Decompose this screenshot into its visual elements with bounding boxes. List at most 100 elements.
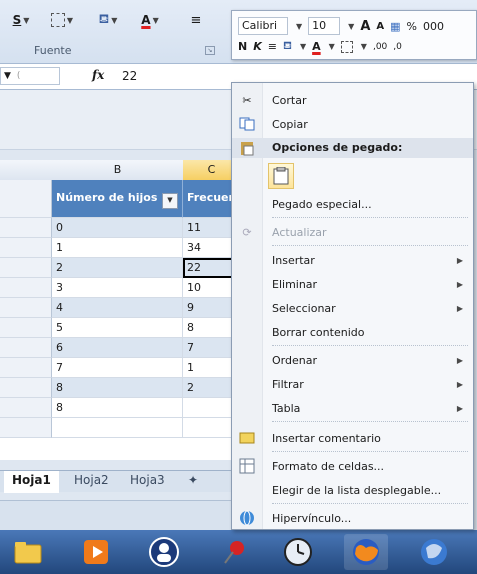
menu-separator <box>272 345 468 346</box>
clipboard-icon <box>273 167 289 185</box>
menu-item-copy[interactable]: Copiar <box>232 113 473 135</box>
fx-icon[interactable]: fx <box>92 68 104 82</box>
font-name-box[interactable]: Calibri <box>238 17 288 35</box>
menu-item-label: Insertar comentario <box>272 431 381 445</box>
grow-font-button[interactable]: A <box>360 19 370 34</box>
menu-item-sort[interactable]: Ordenar ▶ <box>232 349 473 371</box>
table-row: 7 1 <box>0 358 240 378</box>
dialog-launcher-icon[interactable]: ↘ <box>205 46 215 55</box>
tab-hoja3[interactable]: Hoja3 <box>122 471 173 491</box>
borders-icon[interactable] <box>340 40 353 53</box>
row-header[interactable] <box>0 358 52 378</box>
taskbar <box>0 530 477 574</box>
menu-separator <box>272 245 468 246</box>
hyperlink-icon <box>232 510 262 526</box>
menu-separator <box>272 421 468 422</box>
font-size-box[interactable]: 10 <box>308 17 341 35</box>
new-sheet-icon[interactable]: ✦ <box>180 471 206 491</box>
tab-hoja1[interactable]: Hoja1 <box>4 471 59 493</box>
menu-item-label: Seleccionar <box>272 301 336 315</box>
column-header-b[interactable]: B <box>52 160 184 181</box>
row-header[interactable] <box>0 258 52 278</box>
font-color-icon[interactable]: A <box>312 40 321 53</box>
decrease-decimal-button[interactable]: ,0 <box>393 42 402 52</box>
filter-dropdown-icon[interactable]: ▼ <box>162 193 178 209</box>
table-row: 2 22 <box>0 258 240 278</box>
row-header[interactable] <box>0 338 52 358</box>
menu-item-clear-contents[interactable]: Borrar contenido <box>232 321 473 343</box>
center-align-icon[interactable]: ≡ <box>268 40 277 53</box>
borders-icon <box>50 13 65 27</box>
table-cell[interactable]: 5 <box>52 318 183 338</box>
menu-item-format-cells[interactable]: Formato de celdas... <box>232 455 473 477</box>
row-header[interactable] <box>0 318 52 338</box>
table-cell[interactable] <box>52 418 183 438</box>
thousands-button[interactable]: 000 <box>423 20 444 33</box>
percent-button[interactable]: % <box>407 20 417 33</box>
clock-icon[interactable] <box>276 534 320 570</box>
table-cell[interactable]: 4 <box>52 298 183 318</box>
corner-header[interactable] <box>0 160 53 181</box>
menu-separator <box>272 217 468 218</box>
menu-item-delete[interactable]: Eliminar ▶ <box>232 273 473 295</box>
pushpin-icon[interactable] <box>212 534 256 570</box>
bold-button[interactable]: N <box>238 40 247 53</box>
row-header[interactable] <box>0 180 52 218</box>
row-header[interactable] <box>0 218 52 238</box>
table-cell[interactable]: 0 <box>52 218 183 238</box>
shrink-font-button[interactable]: A <box>376 21 384 32</box>
chevron-down-icon[interactable]: ▼ <box>296 22 302 31</box>
row-header[interactable] <box>0 278 52 298</box>
tab-hoja2[interactable]: Hoja2 <box>66 471 117 491</box>
name-box-dropdown[interactable]: ▼ ( <box>0 67 60 85</box>
strikethrough-button[interactable]: S ▼ <box>6 10 36 30</box>
table-cell[interactable]: 8 <box>52 378 183 398</box>
menu-item-label: Filtrar <box>272 377 304 391</box>
table-cell[interactable]: 8 <box>52 398 183 418</box>
table-row: 4 9 <box>0 298 240 318</box>
media-player-icon[interactable] <box>74 534 118 570</box>
menu-item-pick-list[interactable]: Elegir de la lista desplegable... <box>232 479 473 501</box>
menu-item-insert-comment[interactable]: Insertar comentario <box>232 427 473 449</box>
format-paint-icon[interactable]: ▦ <box>390 20 400 33</box>
menu-item-label: Actualizar <box>272 225 327 239</box>
row-header[interactable] <box>0 418 52 438</box>
table-cell[interactable]: 3 <box>52 278 183 298</box>
folder-icon[interactable] <box>6 534 50 570</box>
submenu-arrow-icon: ▶ <box>456 255 463 265</box>
menu-item-filter[interactable]: Filtrar ▶ <box>232 373 473 395</box>
context-menu: ✂ Cortar Copiar Opciones de pegado: Pega… <box>231 82 474 530</box>
mini-toolbar: Calibri ▼ 10 ▼ A A ▦ % 000 N K ≡ ⛾ ▼ A ▼ ▼ ,… <box>231 10 477 60</box>
menu-item-label: Formato de celdas... <box>272 459 385 473</box>
menu-item-paste-special[interactable]: Pegado especial... <box>232 193 473 215</box>
menu-item-table[interactable]: Tabla ▶ <box>232 397 473 419</box>
table-cell[interactable]: 1 <box>52 238 183 258</box>
menu-item-cut[interactable]: ✂ Cortar <box>232 89 473 111</box>
fill-color-button[interactable]: ⛾ ▼ <box>90 10 126 30</box>
paste-option-button[interactable] <box>268 163 294 189</box>
user-icon[interactable] <box>142 534 186 570</box>
formula-value[interactable]: 22 <box>122 69 137 83</box>
firefox-icon[interactable] <box>344 534 388 570</box>
row-header[interactable] <box>0 238 52 258</box>
row-header[interactable] <box>0 398 52 418</box>
table-header-cell[interactable]: Número de hijos ▼ <box>52 180 183 218</box>
menu-item-select[interactable]: Seleccionar ▶ <box>232 297 473 319</box>
increase-decimal-button[interactable]: ,00 <box>373 42 387 52</box>
align-button[interactable]: ≡ <box>176 10 216 30</box>
table-cell[interactable]: 6 <box>52 338 183 358</box>
browser-icon[interactable] <box>412 534 456 570</box>
table-cell[interactable]: 2 <box>52 258 183 278</box>
chevron-down-icon[interactable]: ▼ <box>348 22 354 31</box>
menu-item-hyperlink[interactable]: Hipervínculo... <box>232 507 473 529</box>
menu-item-label: Copiar <box>272 117 308 131</box>
borders-button[interactable]: ▼ <box>44 10 80 30</box>
row-header[interactable] <box>0 378 52 398</box>
fill-color-icon[interactable]: ⛾ <box>283 39 292 54</box>
menu-item-insert[interactable]: Insertar ▶ <box>232 249 473 271</box>
row-header[interactable] <box>0 298 52 318</box>
italic-button[interactable]: K <box>253 40 262 53</box>
font-color-button[interactable]: A ▼ <box>132 10 168 30</box>
table-row: 6 7 <box>0 338 240 358</box>
table-cell[interactable]: 7 <box>52 358 183 378</box>
